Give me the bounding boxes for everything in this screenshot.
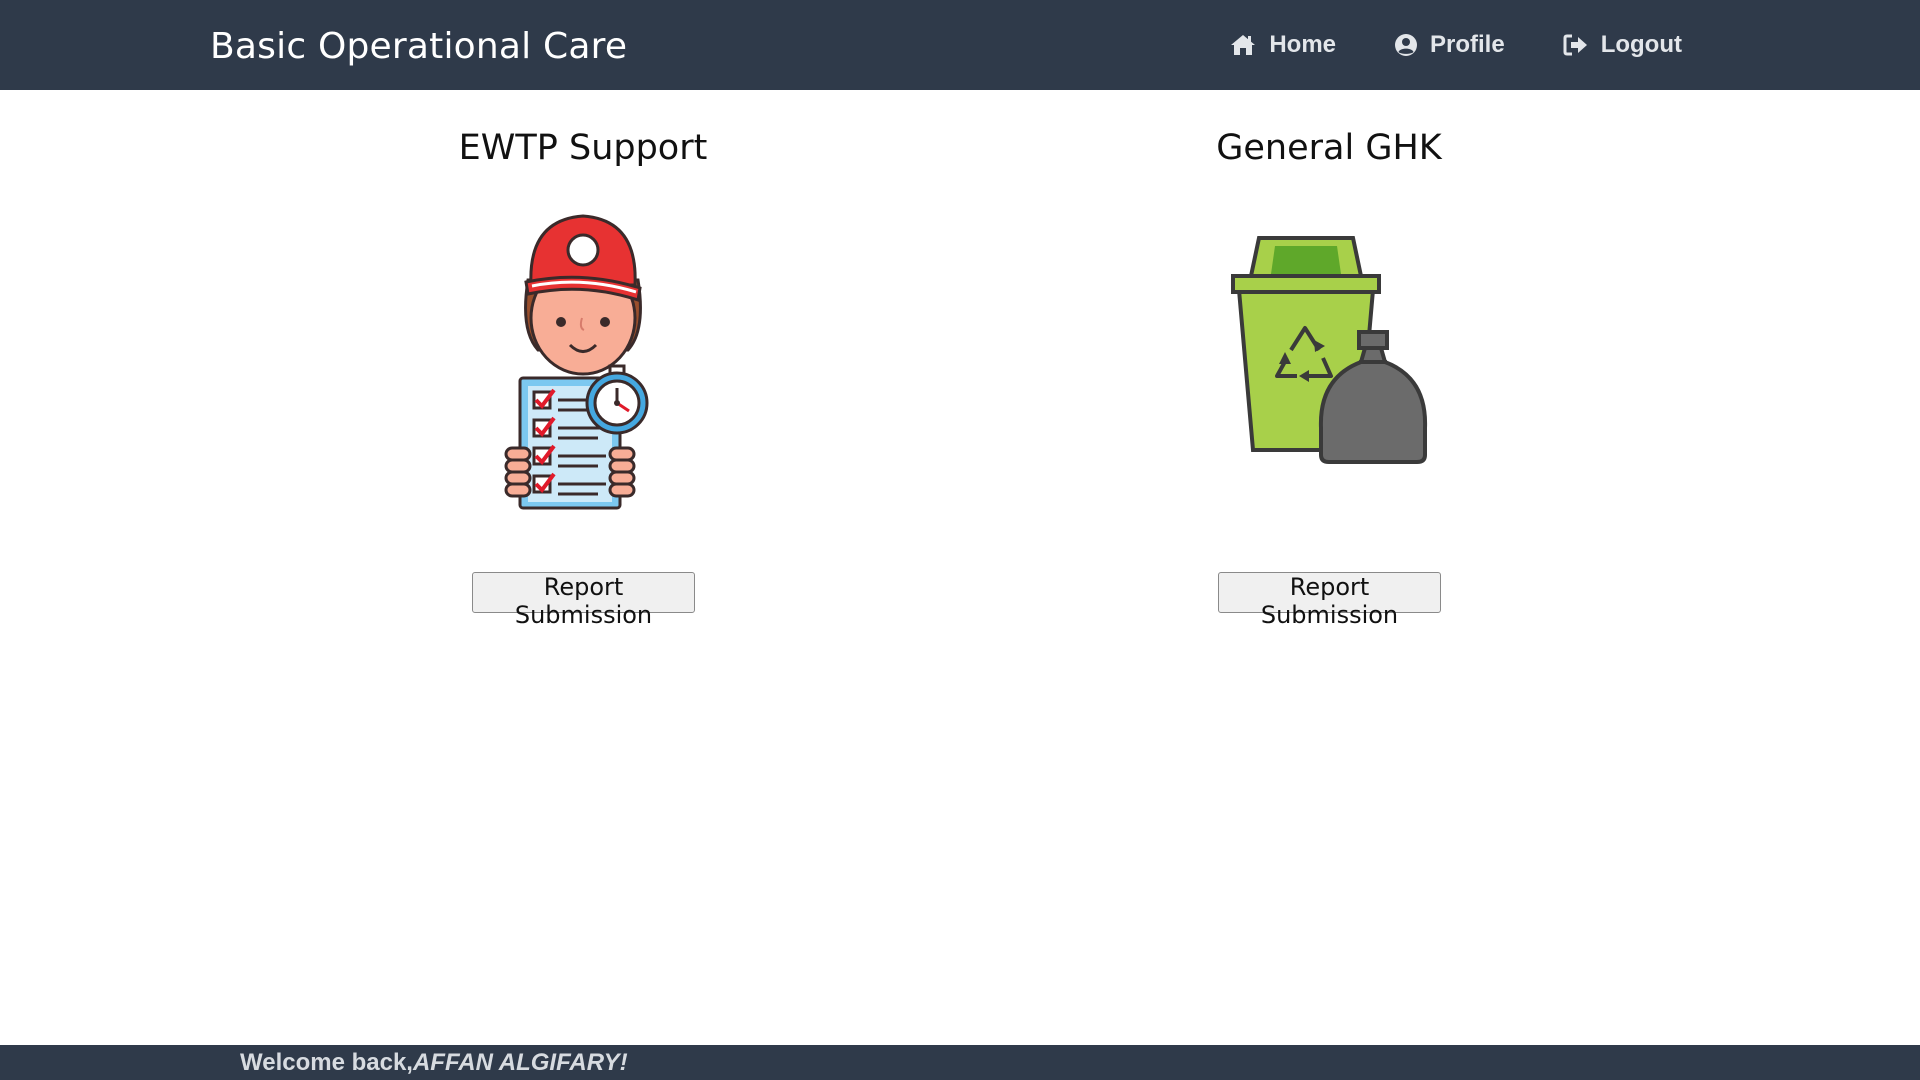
welcome-user-name: AFFAN ALGIFARY! xyxy=(412,1049,628,1076)
welcome-message: Welcome back,AFFAN ALGIFARY! xyxy=(240,1049,628,1077)
top-navbar: Basic Operational Care Home Profile Logo… xyxy=(0,0,1920,90)
report-submission-button[interactable]: Report Submission xyxy=(472,572,695,629)
user-circle-icon xyxy=(1394,33,1418,57)
nav-logout-link[interactable]: Logout xyxy=(1563,31,1682,59)
app-title: Basic Operational Care xyxy=(210,26,628,67)
worker-checklist-stopwatch-icon xyxy=(333,200,833,520)
nav-profile-link[interactable]: Profile xyxy=(1394,31,1505,59)
nav-profile-label: Profile xyxy=(1430,31,1505,58)
card-title: General GHK xyxy=(1216,128,1442,168)
welcome-greeting: Welcome back, xyxy=(240,1049,413,1076)
nav-home-link[interactable]: Home xyxy=(1229,31,1336,59)
nav-home-label: Home xyxy=(1269,31,1337,58)
footer-bar: Welcome back,AFFAN ALGIFARY! xyxy=(0,1045,1920,1080)
nav-logout-label: Logout xyxy=(1600,31,1682,58)
logout-icon xyxy=(1563,33,1589,57)
recycle-bin-trash-bag-icon xyxy=(1079,200,1579,520)
home-icon xyxy=(1229,33,1257,57)
card-title: EWTP Support xyxy=(458,128,708,168)
nav-links: Home Profile Logout xyxy=(1229,0,1682,90)
report-submission-button[interactable]: Report Submission xyxy=(1218,572,1441,629)
